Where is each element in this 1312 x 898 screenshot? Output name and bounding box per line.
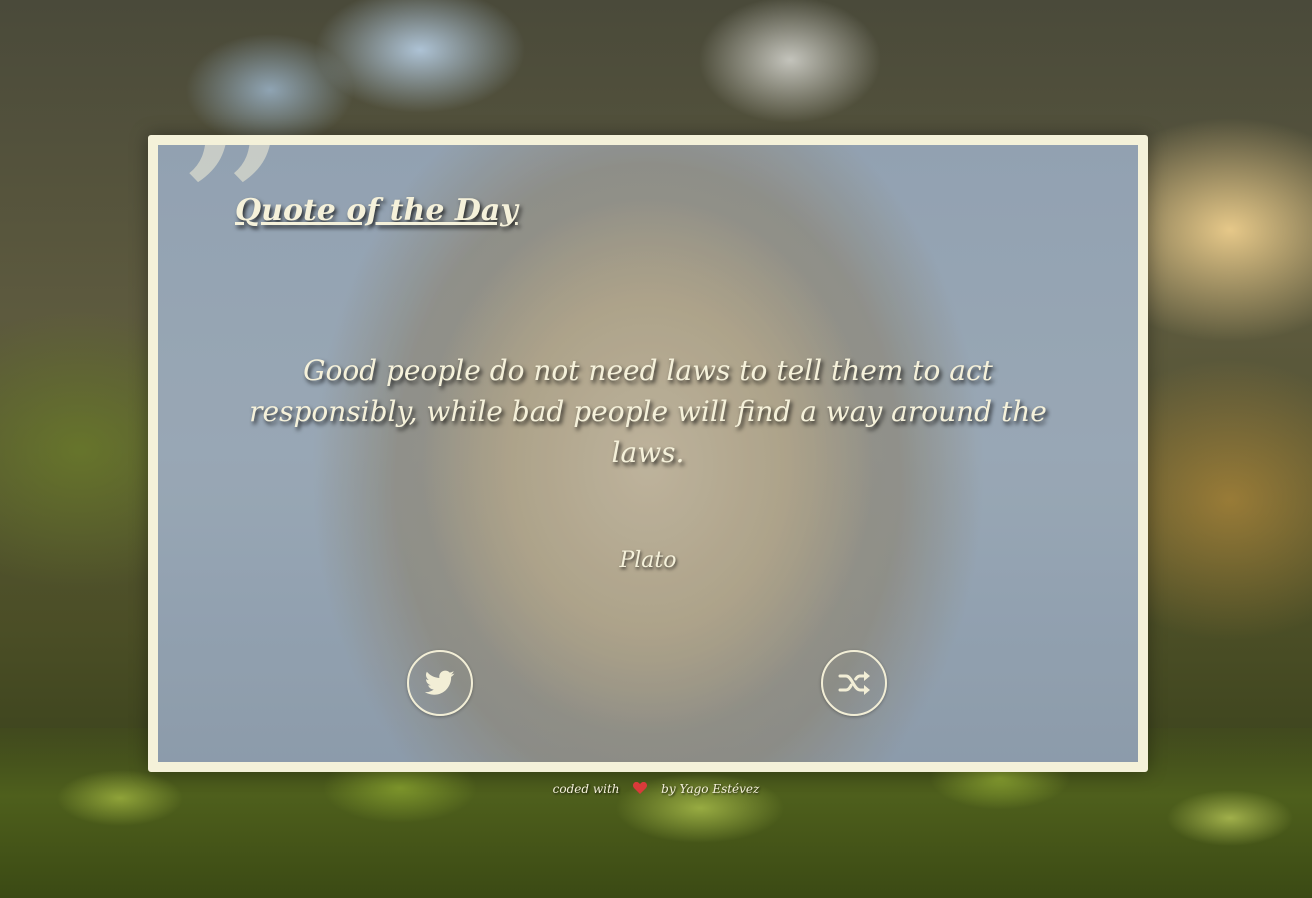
quote-text: Good people do not need laws to tell the… <box>249 354 1047 469</box>
footer-credit: coded with by Yago Estévez <box>0 781 1312 797</box>
shuffle-icon <box>838 670 870 696</box>
heart-icon <box>633 781 648 797</box>
twitter-icon <box>425 670 455 696</box>
quote-author: Plato <box>619 548 677 573</box>
tweet-button[interactable] <box>407 650 473 716</box>
quote-card: ” Quote of the Day Good people do not ne… <box>148 135 1148 772</box>
quote-mark-icon: ” <box>173 135 291 348</box>
page-title: Quote of the Day <box>235 193 518 228</box>
new-quote-button[interactable] <box>821 650 887 716</box>
footer-author-link[interactable]: by Yago Estévez <box>661 782 759 796</box>
footer-coded-with: coded with <box>552 782 620 796</box>
